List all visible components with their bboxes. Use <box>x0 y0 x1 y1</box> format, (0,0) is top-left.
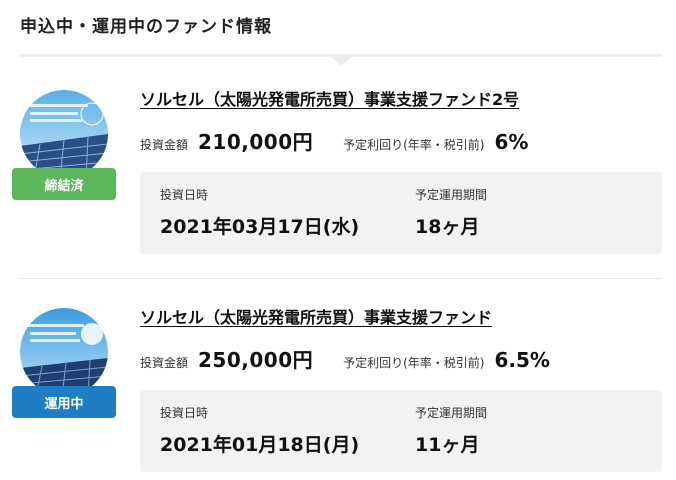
amount-label: 投資金額 <box>140 356 189 370</box>
yield-value: 6% <box>494 130 529 154</box>
investment-date-value: 2021年03月17日(水) <box>160 216 360 238</box>
investment-date-value: 2021年01月18日(月) <box>160 434 360 456</box>
operation-period-value: 11ヶ月 <box>415 434 480 456</box>
amount-row: 投資金額 210,000円 予定利回り(年率・税引前) 6% <box>140 126 528 154</box>
fund-card: 締結済 ソルセル（太陽光発電所売買）事業支援ファンド2号 投資金額 210,00… <box>0 78 676 278</box>
fund-name-link[interactable]: ソルセル（太陽光発電所売買）事業支援ファンド2号 <box>140 86 519 110</box>
fund-name-link[interactable]: ソルセル（太陽光発電所売買）事業支援ファンド <box>140 304 492 328</box>
fund-card: 運用中 ソルセル（太陽光発電所売買）事業支援ファンド 投資金額 250,000円… <box>0 296 676 480</box>
fund-detail-box: 投資日時 2021年01月18日(月) 予定運用期間 11ヶ月 <box>140 390 662 472</box>
title-divider-notch <box>331 57 351 66</box>
operation-period-value: 18ヶ月 <box>415 216 480 238</box>
status-badge: 締結済 <box>12 168 116 200</box>
fund-thumbnail-solar[interactable] <box>20 308 108 396</box>
yield-value: 6.5% <box>494 348 550 372</box>
yield-label: 予定利回り(年率・税引前) <box>343 138 485 152</box>
status-badge: 運用中 <box>12 386 116 418</box>
investment-date-label: 投資日時 <box>160 188 209 202</box>
fund-thumbnail-solar[interactable] <box>20 90 108 178</box>
fund-divider <box>20 278 662 279</box>
operation-period-label: 予定運用期間 <box>415 188 488 202</box>
section-title: 申込中・運用中のファンド情報 <box>20 17 272 37</box>
amount-value: 210,000円 <box>198 130 314 154</box>
investment-date-label: 投資日時 <box>160 406 209 420</box>
amount-row: 投資金額 250,000円 予定利回り(年率・税引前) 6.5% <box>140 344 550 372</box>
yield-label: 予定利回り(年率・税引前) <box>343 356 485 370</box>
fund-detail-box: 投資日時 2021年03月17日(水) 予定運用期間 18ヶ月 <box>140 172 662 254</box>
amount-value: 250,000円 <box>198 348 314 372</box>
operation-period-label: 予定運用期間 <box>415 406 488 420</box>
amount-label: 投資金額 <box>140 138 189 152</box>
